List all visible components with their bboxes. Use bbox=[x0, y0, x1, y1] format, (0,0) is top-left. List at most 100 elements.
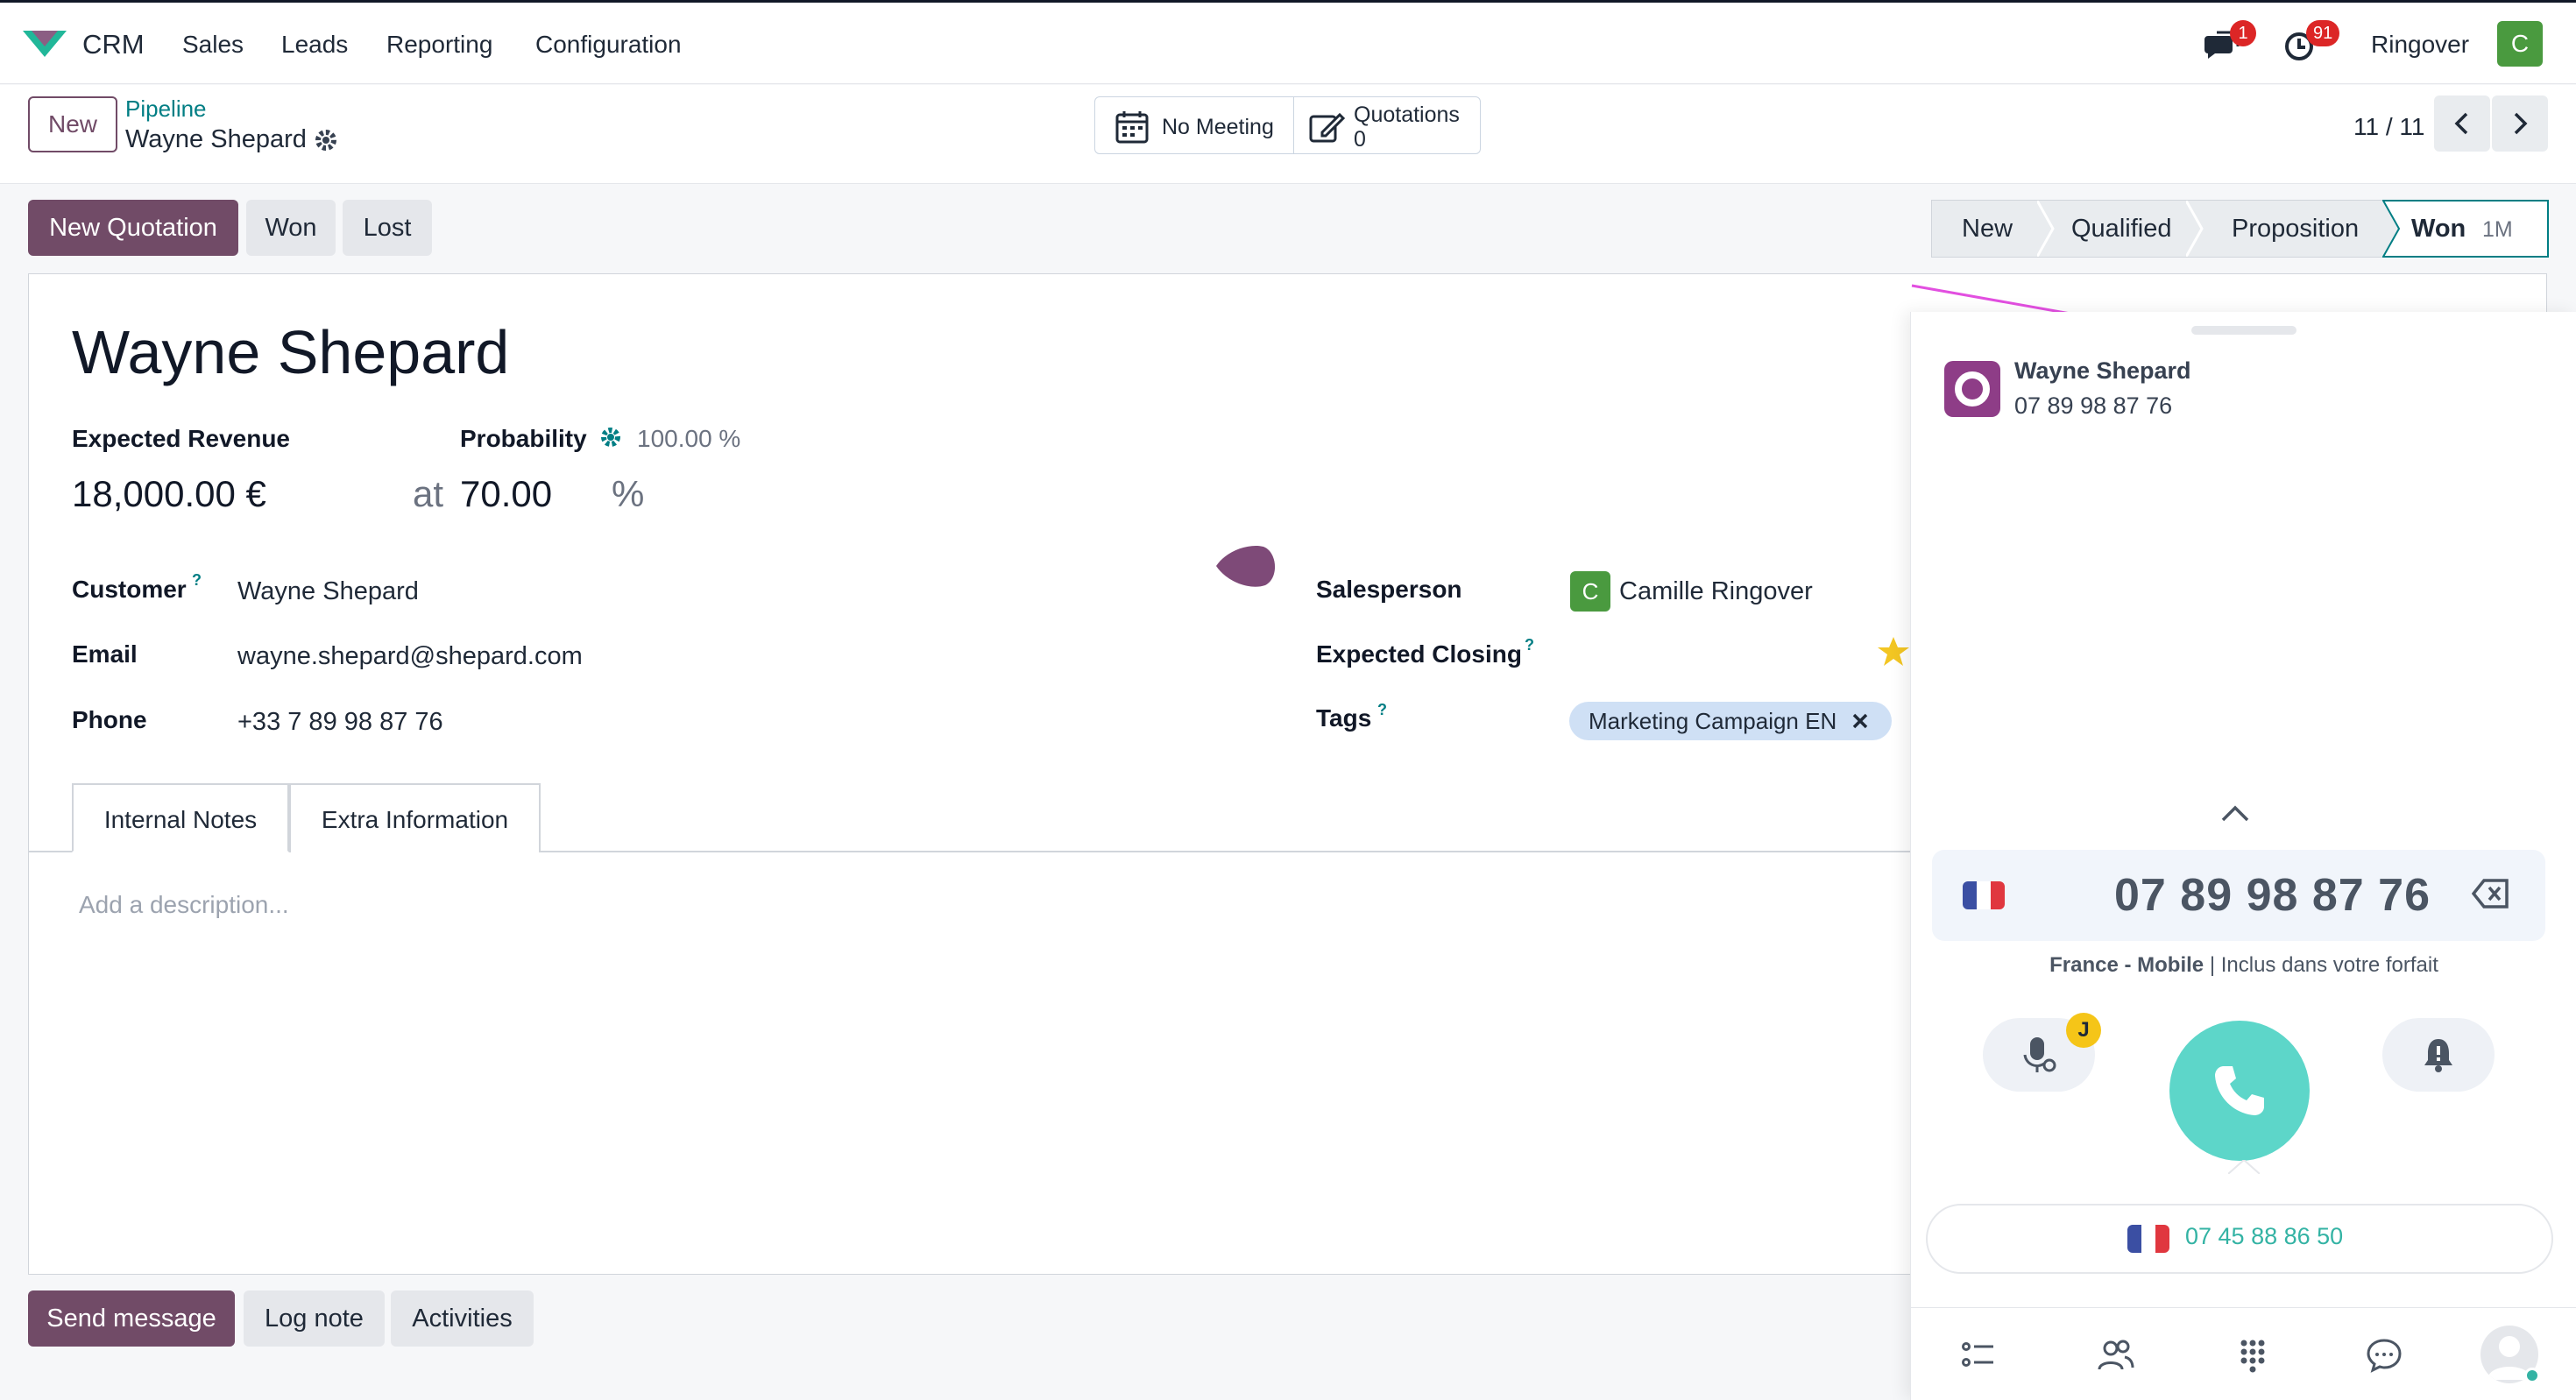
dialer-contact-phone: 07 89 98 87 76 bbox=[2014, 392, 2173, 419]
salesperson-field[interactable]: Camille Ringover bbox=[1619, 577, 1813, 606]
dialpad-icon[interactable] bbox=[2233, 1336, 2272, 1375]
control-panel: New Pipeline Wayne Shepard No Meeting Qu… bbox=[0, 85, 2576, 184]
expected-closing-label: Expected Closing bbox=[1316, 640, 1522, 668]
crm-logo-icon[interactable] bbox=[23, 27, 67, 59]
probability-gear-icon[interactable] bbox=[598, 425, 623, 449]
send-message-button[interactable]: Send message bbox=[28, 1290, 235, 1347]
network-separator: | bbox=[2204, 953, 2221, 977]
phone-label: Phone bbox=[72, 706, 147, 733]
pager-previous-button[interactable] bbox=[2434, 95, 2490, 152]
call-button[interactable] bbox=[2169, 1021, 2310, 1161]
contacts-icon[interactable] bbox=[2097, 1336, 2135, 1375]
stage-qualified[interactable]: Qualified bbox=[2071, 215, 2171, 244]
dialer-contact-name: Wayne Shepard bbox=[2014, 357, 2191, 384]
probability-field[interactable]: 70.00 bbox=[460, 473, 552, 515]
menu-configuration[interactable]: Configuration bbox=[535, 31, 682, 59]
description-editor[interactable]: Add a description... bbox=[79, 891, 289, 919]
bell-icon bbox=[2424, 1039, 2452, 1072]
log-note-button[interactable]: Log note bbox=[244, 1290, 385, 1347]
chevron-up-icon[interactable] bbox=[2219, 803, 2251, 824]
microphone-settings-icon bbox=[2023, 1037, 2056, 1072]
new-record-button[interactable]: New bbox=[28, 96, 117, 152]
pager-value[interactable]: 11 / 11 bbox=[2353, 113, 2424, 141]
tags-label: Tags bbox=[1316, 704, 1372, 732]
breadcrumb-pipeline[interactable]: Pipeline bbox=[125, 95, 207, 123]
user-avatar[interactable]: C bbox=[2497, 21, 2543, 67]
app-name[interactable]: CRM bbox=[82, 29, 145, 60]
calendar-icon bbox=[1115, 111, 1149, 144]
chevron-left-icon bbox=[2454, 112, 2468, 135]
quotations-label: Quotations bbox=[1354, 103, 1460, 127]
caller-id-selector[interactable]: 07 45 88 86 50 bbox=[1926, 1204, 2553, 1274]
chat-bubble-icon[interactable] bbox=[2365, 1336, 2403, 1375]
stage-won-active-bg bbox=[2382, 200, 2549, 258]
lead-title[interactable]: Wayne Shepard bbox=[72, 317, 509, 387]
expected-revenue-label: Expected Revenue bbox=[72, 425, 290, 452]
phone-field[interactable]: +33 7 89 98 87 76 bbox=[237, 708, 443, 737]
network-plan: Inclus dans votre forfait bbox=[2220, 953, 2438, 977]
record-actions-gear-icon[interactable] bbox=[313, 127, 339, 153]
ringover-contact-icon bbox=[1944, 361, 2000, 417]
customer-field[interactable]: Wayne Shepard bbox=[237, 577, 419, 606]
dialer-bottom-nav bbox=[1911, 1307, 2576, 1400]
tag-label: Marketing Campaign EN bbox=[1589, 708, 1837, 734]
voicemail-drop-button[interactable]: J bbox=[1983, 1013, 2101, 1092]
silent-mode-button[interactable] bbox=[2382, 1018, 2495, 1092]
remove-tag-close-icon[interactable] bbox=[1851, 712, 1869, 730]
stage-proposition[interactable]: Proposition bbox=[2232, 215, 2359, 244]
stage-new[interactable]: New bbox=[1962, 215, 2013, 244]
edit-document-icon bbox=[1309, 112, 1345, 143]
dialer-drag-handle[interactable] bbox=[2191, 326, 2296, 335]
tab-extra-information[interactable]: Extra Information bbox=[289, 783, 541, 852]
voicemail-badge: J bbox=[2066, 1013, 2101, 1048]
priority-star-icon[interactable] bbox=[1877, 635, 1910, 668]
customer-label: Customer bbox=[72, 576, 187, 603]
menu-reporting[interactable]: Reporting bbox=[386, 31, 492, 59]
chevron-right-icon bbox=[2514, 112, 2528, 135]
caller-id-pointer bbox=[2228, 1160, 2260, 1174]
stage-statusbar: New Qualified Proposition Won 1M bbox=[1931, 200, 2549, 258]
mark-lost-button[interactable]: Lost bbox=[343, 200, 432, 256]
stage-separator bbox=[2186, 201, 2204, 257]
customer-help-icon[interactable]: ? bbox=[192, 571, 202, 590]
company-switcher[interactable]: Ringover bbox=[2371, 31, 2469, 59]
tags-help-icon[interactable]: ? bbox=[1377, 701, 1387, 719]
tag-chip: Marketing Campaign EN bbox=[1569, 702, 1892, 740]
dial-number-box[interactable]: 07 89 98 87 76 bbox=[1932, 850, 2545, 941]
meeting-label: No Meeting bbox=[1162, 115, 1274, 139]
email-field[interactable]: wayne.shepard@shepard.com bbox=[237, 642, 583, 671]
activities-count-badge: 91 bbox=[2306, 20, 2340, 46]
stage-won[interactable]: Won bbox=[2411, 215, 2466, 244]
quotations-smart-button[interactable]: Quotations 0 bbox=[1293, 96, 1481, 154]
menu-sales[interactable]: Sales bbox=[182, 31, 244, 59]
salesperson-label: Salesperson bbox=[1316, 576, 1462, 603]
network-type: France - Mobile bbox=[2049, 953, 2204, 977]
dial-number-input[interactable]: 07 89 98 87 76 bbox=[2114, 869, 2431, 922]
expected-revenue-field[interactable]: 18,000.00 € bbox=[72, 473, 266, 515]
at-label: at bbox=[413, 473, 444, 514]
caller-id-number: 07 45 88 86 50 bbox=[2185, 1223, 2344, 1249]
stage-separator bbox=[2037, 201, 2055, 257]
tab-internal-notes[interactable]: Internal Notes bbox=[72, 783, 289, 852]
stage-won-duration: 1M bbox=[2482, 217, 2513, 242]
mark-won-button[interactable]: Won bbox=[246, 200, 336, 256]
breadcrumb-current: Wayne Shepard bbox=[125, 125, 307, 153]
meeting-smart-button[interactable]: No Meeting bbox=[1094, 96, 1294, 154]
ringover-drag-handle-icon[interactable] bbox=[1214, 543, 1279, 589]
pager-next-button[interactable] bbox=[2492, 95, 2548, 152]
online-status-dot bbox=[2524, 1368, 2540, 1383]
new-quotation-button[interactable]: New Quotation bbox=[28, 200, 238, 256]
activities-button[interactable]: Activities bbox=[391, 1290, 534, 1347]
menu-leads[interactable]: Leads bbox=[281, 31, 348, 59]
probability-auto-value: 100.00 % bbox=[637, 425, 741, 452]
phone-icon bbox=[2215, 1066, 2264, 1115]
call-log-list-icon[interactable] bbox=[1960, 1336, 1999, 1375]
quotations-count: 0 bbox=[1354, 127, 1366, 152]
salesperson-avatar: C bbox=[1570, 571, 1610, 612]
ringover-dialer-panel: Wayne Shepard 07 89 98 87 76 07 89 98 87… bbox=[1910, 312, 2576, 1400]
email-label: Email bbox=[72, 640, 138, 668]
backspace-icon[interactable] bbox=[2472, 878, 2510, 909]
number-network-info: France - Mobile | Inclus dans votre forf… bbox=[1911, 953, 2576, 978]
france-flag-icon bbox=[2127, 1225, 2169, 1253]
expected-closing-help-icon[interactable]: ? bbox=[1525, 636, 1534, 654]
